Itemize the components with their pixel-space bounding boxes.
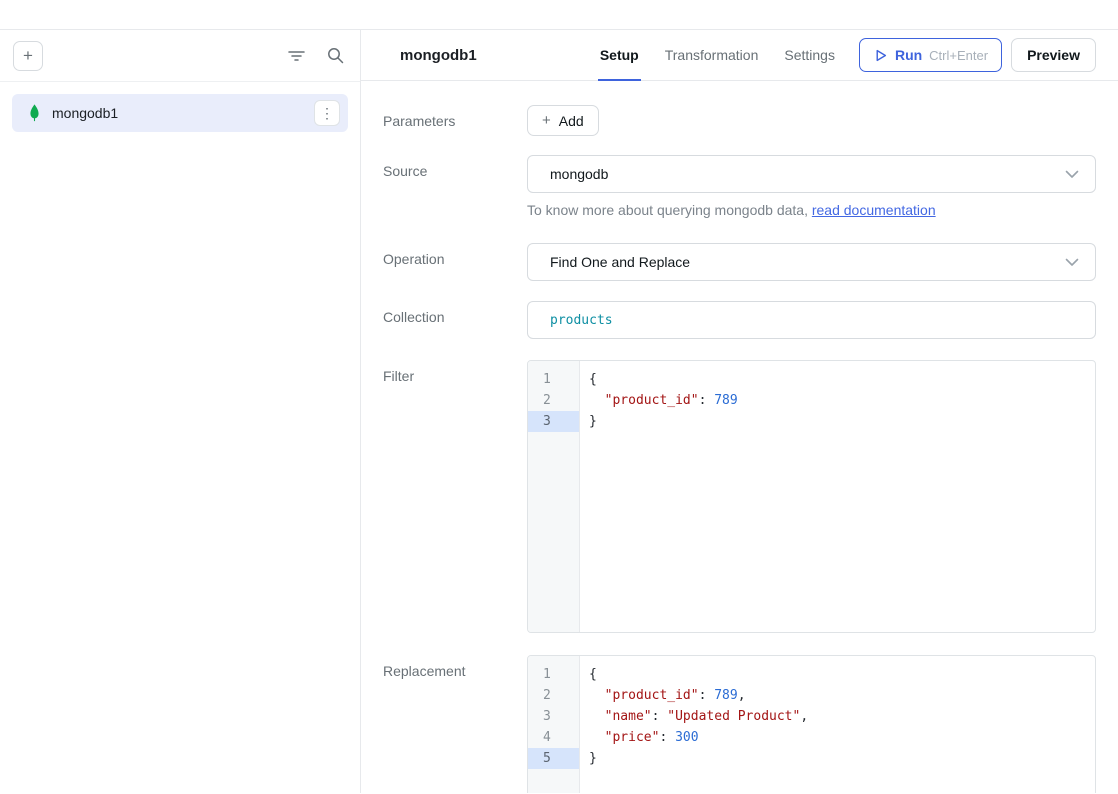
source-help-text: To know more about querying mongodb data…	[527, 202, 1096, 218]
operation-select[interactable]: Find One and Replace	[527, 243, 1096, 281]
kebab-menu-icon: ⋮	[320, 105, 334, 121]
collection-label: Collection	[383, 301, 527, 339]
operation-selected-value: Find One and Replace	[550, 254, 690, 270]
parameters-label: Parameters	[383, 105, 527, 136]
collection-row: Collection products	[383, 301, 1096, 339]
query-editor-panel: mongodb1 Setup Transformation Settings R…	[361, 30, 1118, 793]
parameters-row: Parameters + Add	[383, 105, 1096, 136]
run-button[interactable]: Run Ctrl+Enter	[859, 38, 1002, 72]
run-label: Run	[895, 47, 922, 63]
read-documentation-link[interactable]: read documentation	[812, 202, 936, 218]
chevron-down-icon	[1065, 170, 1079, 179]
filter-queries-button[interactable]	[288, 49, 305, 63]
tab-settings[interactable]: Settings	[784, 30, 835, 80]
operation-label: Operation	[383, 243, 527, 281]
tab-setup[interactable]: Setup	[600, 30, 639, 80]
replacement-editor-code[interactable]: { "product_id": 789, "name": "Updated Pr…	[580, 656, 1095, 793]
source-select[interactable]: mongodb	[527, 155, 1096, 193]
filter-editor-gutter: 123	[528, 361, 580, 632]
mongodb-leaf-icon	[28, 103, 41, 123]
preview-button[interactable]: Preview	[1011, 38, 1096, 72]
replacement-code-editor[interactable]: 12345 { "product_id": 789, "name": "Upda…	[527, 655, 1096, 793]
query-header: mongodb1 Setup Transformation Settings R…	[361, 30, 1118, 81]
add-parameter-button[interactable]: + Add	[527, 105, 599, 136]
filter-label: Filter	[383, 360, 527, 633]
run-shortcut: Ctrl+Enter	[929, 48, 988, 63]
chevron-down-icon	[1065, 258, 1079, 267]
query-options-button[interactable]: ⋮	[314, 100, 340, 126]
filter-editor-code[interactable]: { "product_id": 789}	[580, 361, 1095, 632]
search-queries-button[interactable]	[327, 47, 344, 64]
replacement-label: Replacement	[383, 655, 527, 793]
search-icon	[327, 47, 344, 64]
replacement-row: Replacement 12345 { "product_id": 789, "…	[383, 655, 1096, 793]
datasource-name: mongodb1	[52, 105, 303, 121]
source-label: Source	[383, 155, 527, 218]
source-help-prefix: To know more about querying mongodb data…	[527, 202, 812, 218]
source-selected-value: mongodb	[550, 166, 608, 182]
filter-icon	[288, 49, 305, 63]
replacement-editor-gutter: 12345	[528, 656, 580, 793]
filter-row: Filter 123 { "product_id": 789}	[383, 360, 1096, 633]
query-tabs: Setup Transformation Settings	[600, 30, 835, 80]
sidebar-header: +	[0, 30, 360, 82]
collection-value: products	[550, 313, 613, 328]
plus-icon: +	[542, 112, 551, 129]
sidebar-item-mongodb1[interactable]: mongodb1 ⋮	[12, 94, 348, 132]
app-body: +	[0, 30, 1118, 793]
play-icon	[873, 48, 888, 63]
query-title: mongodb1	[400, 47, 477, 64]
operation-row: Operation Find One and Replace	[383, 243, 1096, 281]
query-form: Parameters + Add Source mongodb	[361, 81, 1118, 793]
tab-transformation[interactable]: Transformation	[665, 30, 759, 80]
topbar	[0, 0, 1118, 30]
add-parameter-label: Add	[559, 113, 584, 129]
filter-code-editor[interactable]: 123 { "product_id": 789}	[527, 360, 1096, 633]
query-sidebar: +	[0, 30, 361, 793]
plus-icon: +	[23, 47, 33, 64]
add-query-button[interactable]: +	[13, 41, 43, 71]
source-row: Source mongodb To know more about queryi…	[383, 155, 1096, 218]
header-buttons: Run Ctrl+Enter Preview	[859, 38, 1096, 72]
collection-input[interactable]: products	[527, 301, 1096, 339]
